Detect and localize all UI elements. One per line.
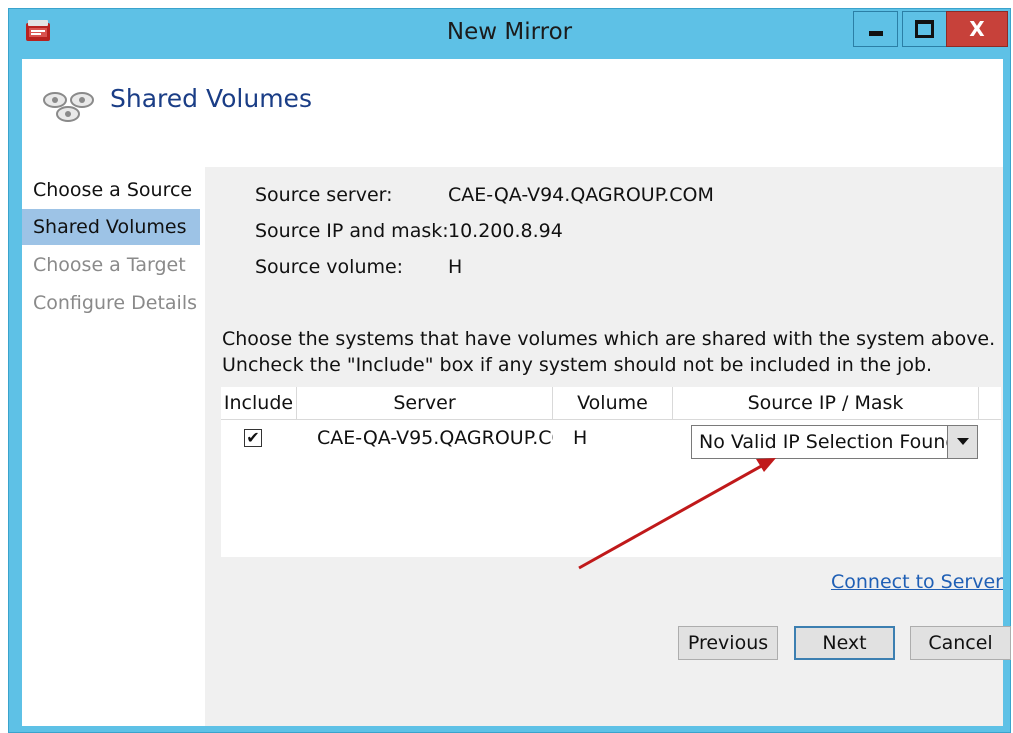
close-button[interactable]: X bbox=[946, 11, 1008, 47]
minimize-button[interactable] bbox=[853, 11, 898, 47]
sidebar-item-choose-target: Choose a Target bbox=[33, 254, 186, 276]
page-title: Shared Volumes bbox=[110, 84, 312, 113]
sidebar-item-choose-source[interactable]: Choose a Source bbox=[22, 172, 200, 208]
connect-to-server-link[interactable]: Connect to Server bbox=[831, 571, 1003, 593]
dialog-content: Shared Volumes Choose a Source Shared Vo… bbox=[22, 59, 1011, 726]
sidebar-item-shared-volumes[interactable]: Shared Volumes bbox=[22, 209, 200, 245]
cancel-button[interactable]: Cancel bbox=[910, 626, 1011, 660]
maximize-button[interactable] bbox=[902, 11, 947, 47]
minimize-icon bbox=[868, 30, 883, 36]
wizard-sidebar: Choose a Source Shared Volumes Choose a … bbox=[22, 167, 205, 726]
shared-volumes-icon bbox=[43, 92, 94, 122]
sidebar-item-configure-details: Configure Details bbox=[33, 292, 197, 314]
title-bar: New Mirror X bbox=[9, 9, 1010, 59]
next-button[interactable]: Next bbox=[794, 626, 895, 660]
page-header: Shared Volumes bbox=[22, 59, 1003, 167]
new-mirror-window: New Mirror X Shared Volumes Choose a Sou… bbox=[8, 8, 1011, 733]
close-icon: X bbox=[969, 17, 985, 41]
previous-button[interactable]: Previous bbox=[678, 626, 778, 660]
maximize-icon bbox=[915, 20, 934, 38]
